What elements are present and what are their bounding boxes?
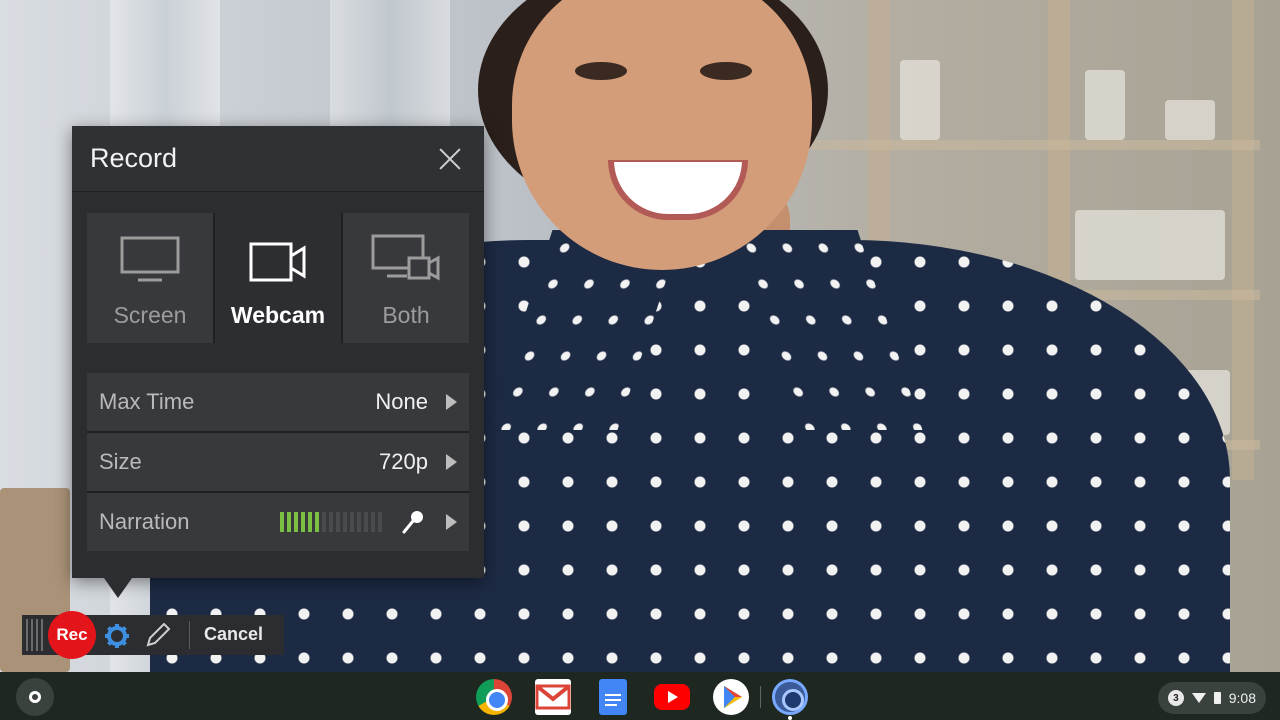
launcher-icon bbox=[29, 691, 41, 703]
taskbar bbox=[0, 672, 1280, 720]
dialog-title: Record bbox=[90, 143, 178, 173]
monitor-camera-icon bbox=[371, 234, 440, 281]
docs-lines bbox=[605, 694, 621, 706]
vase bbox=[900, 60, 940, 140]
play-triangle bbox=[724, 686, 742, 708]
setting-value: 720p bbox=[379, 449, 428, 474]
plant-pot bbox=[1165, 100, 1215, 140]
setting-label: Max Time bbox=[99, 389, 195, 414]
meter-bar bbox=[294, 512, 298, 532]
wifi-icon bbox=[1191, 693, 1206, 703]
monitor-icon bbox=[120, 236, 180, 282]
launcher-button[interactable] bbox=[16, 678, 54, 716]
chrome-icon[interactable] bbox=[476, 679, 512, 715]
vase bbox=[1085, 70, 1125, 140]
setting-narration[interactable]: Narration bbox=[87, 493, 469, 551]
setting-max-time[interactable]: Max Time None bbox=[87, 373, 469, 431]
camera-icon bbox=[249, 242, 306, 282]
audio-level-meter bbox=[280, 512, 382, 532]
mode-label: Both bbox=[382, 302, 430, 328]
gear-icon[interactable] bbox=[104, 623, 130, 649]
gmail-icon[interactable] bbox=[535, 679, 571, 715]
pencil-icon[interactable] bbox=[144, 621, 172, 649]
setting-label: Narration bbox=[99, 509, 190, 534]
bookshelf-post bbox=[1232, 0, 1254, 480]
meter-bar bbox=[343, 512, 347, 532]
person-eye bbox=[700, 62, 752, 80]
meter-bar bbox=[378, 512, 382, 532]
active-app-indicator bbox=[788, 716, 792, 720]
screencast-app-icon[interactable] bbox=[772, 679, 808, 715]
notification-badge: 3 bbox=[1168, 690, 1184, 706]
storage-box bbox=[1075, 210, 1225, 280]
meter-bar bbox=[301, 512, 305, 532]
shelf-divider bbox=[760, 686, 761, 708]
person-eye bbox=[575, 62, 627, 80]
mode-webcam[interactable]: Webcam bbox=[215, 213, 341, 343]
meter-bar bbox=[350, 512, 354, 532]
mode-label: Screen bbox=[113, 302, 187, 328]
meter-bar bbox=[308, 512, 312, 532]
close-icon[interactable] bbox=[438, 147, 462, 171]
drag-handle[interactable] bbox=[26, 619, 46, 651]
setting-label: Size bbox=[99, 449, 142, 474]
microphone-icon bbox=[402, 511, 423, 534]
mode-screen[interactable]: Screen bbox=[87, 213, 213, 343]
setting-size[interactable]: Size 720p bbox=[87, 433, 469, 491]
meter-bar bbox=[315, 512, 319, 532]
record-dialog: Record Screen Webcam Both Max Time None … bbox=[72, 126, 484, 598]
docs-icon[interactable] bbox=[599, 679, 627, 715]
setting-value: None bbox=[375, 389, 428, 414]
battery-icon bbox=[1213, 692, 1221, 704]
play-store-icon[interactable] bbox=[713, 679, 749, 715]
mode-both[interactable]: Both bbox=[343, 213, 469, 343]
mode-label: Webcam bbox=[230, 302, 326, 328]
toolbar-divider bbox=[189, 621, 190, 649]
meter-bar bbox=[357, 512, 361, 532]
meter-bar bbox=[287, 512, 291, 532]
chevron-right-icon bbox=[446, 394, 457, 410]
settings-list: Max Time None Size 720p Narration bbox=[87, 373, 469, 551]
dialog-header: Record bbox=[72, 126, 484, 192]
meter-bar bbox=[336, 512, 340, 532]
meter-bar bbox=[364, 512, 368, 532]
meter-bar bbox=[280, 512, 284, 532]
chevron-right-icon bbox=[446, 514, 457, 530]
recorder-toolbar: Rec Cancel bbox=[22, 611, 284, 659]
meter-bar bbox=[371, 512, 375, 532]
mode-selector: Screen Webcam Both bbox=[87, 213, 469, 343]
rec-button[interactable]: Rec bbox=[48, 611, 96, 659]
clock: 9:08 bbox=[1228, 690, 1256, 706]
status-tray[interactable]: 3 9:08 bbox=[1158, 682, 1266, 714]
meter-bar bbox=[322, 512, 326, 532]
meter-bar bbox=[329, 512, 333, 532]
gmail-envelope bbox=[535, 684, 571, 710]
youtube-icon[interactable] bbox=[654, 684, 690, 710]
chevron-right-icon bbox=[446, 454, 457, 470]
cancel-button[interactable]: Cancel bbox=[204, 624, 263, 645]
bookshelf-board bbox=[800, 140, 1260, 150]
